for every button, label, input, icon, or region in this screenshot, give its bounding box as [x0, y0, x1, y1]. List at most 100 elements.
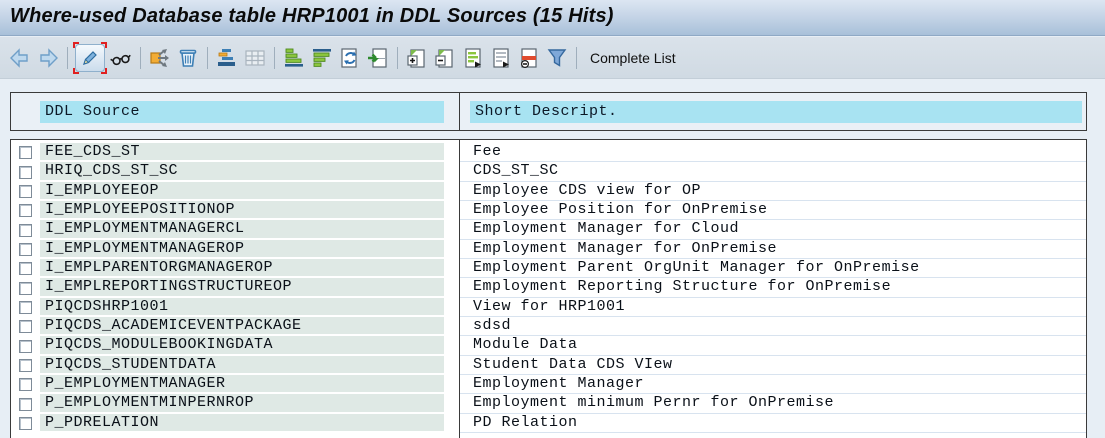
choose-page-icon[interactable]: [365, 45, 391, 71]
forward-icon[interactable]: [35, 45, 61, 71]
table-row[interactable]: PIQCDS_MODULEBOOKINGDATA Module Data: [11, 336, 1086, 356]
where-used-icon[interactable]: [147, 45, 173, 71]
row-checkbox[interactable]: [19, 242, 32, 256]
description-cell[interactable]: CDS_ST_SC: [459, 162, 1086, 182]
row-checkbox[interactable]: [19, 184, 32, 198]
description-cell[interactable]: Employment Parent OrgUnit Manager for On…: [459, 259, 1086, 279]
row-checkbox[interactable]: [19, 358, 32, 372]
description-cell[interactable]: Fee: [459, 143, 1086, 163]
description-cell[interactable]: PD Relation: [459, 414, 1086, 434]
selection-corner: [101, 41, 107, 48]
table-row[interactable]: I_EMPLOYMENTMANAGEROP Employment Manager…: [11, 239, 1086, 260]
list-header: DDL Source Short Descript.: [10, 92, 1087, 131]
description-cell[interactable]: Employment Manager: [459, 375, 1086, 395]
description-cell[interactable]: Module Data: [459, 336, 1086, 356]
cell-gap: [444, 162, 459, 181]
table-row[interactable]: I_EMPLREPORTINGSTRUCTUREOP Employment Re…: [11, 278, 1086, 298]
back-icon[interactable]: [7, 45, 33, 71]
ddl-source-cell[interactable]: I_EMPLOYMENTMANAGERCL: [40, 220, 444, 240]
row-checkbox[interactable]: [19, 378, 32, 392]
row-checkbox[interactable]: [19, 165, 32, 179]
delete-trash-icon[interactable]: [175, 45, 201, 71]
list-body: FEE_CDS_ST Fee HRIQ_CDS_ST_SC CDS_ST_SC …: [10, 139, 1087, 438]
ddl-source-cell[interactable]: PIQCDS_ACADEMICEVENTPACKAGE: [40, 317, 444, 337]
ddl-source-cell[interactable]: I_EMPLPARENTORGMANAGEROP: [40, 259, 444, 279]
hide-lines-icon[interactable]: [516, 45, 542, 71]
column-header-ddl-source[interactable]: DDL Source: [40, 101, 444, 123]
ddl-source-cell[interactable]: FEE_CDS_ST: [40, 143, 444, 163]
cell-gap: [444, 317, 459, 336]
row-checkbox[interactable]: [19, 204, 32, 218]
checkbox-cell: [11, 240, 40, 259]
ddl-source-cell[interactable]: HRIQ_CDS_ST_SC: [40, 162, 444, 182]
toolbar-separator: [397, 46, 398, 69]
table-row[interactable]: PIQCDSHRP1001 View for HRP1001: [11, 297, 1086, 318]
overview-list-icon[interactable]: [488, 45, 514, 71]
description-cell[interactable]: Employment Reporting Structure for OnPre…: [459, 278, 1086, 298]
sort-descending-icon[interactable]: [309, 45, 335, 71]
table-row[interactable]: I_EMPLOYEEOP Employee CDS view for OP: [11, 181, 1086, 202]
row-checkbox[interactable]: [19, 320, 32, 334]
row-checkbox[interactable]: [19, 262, 32, 276]
detail-list-icon[interactable]: [460, 45, 486, 71]
selection-corner: [101, 67, 107, 74]
stacked-bars-icon[interactable]: [214, 45, 240, 71]
cell-gap: [444, 220, 459, 239]
table-row[interactable]: PIQCDS_ACADEMICEVENTPACKAGE sdsd: [11, 317, 1086, 337]
description-cell[interactable]: View for HRP1001: [459, 298, 1086, 318]
row-checkbox[interactable]: [19, 146, 32, 160]
description-cell[interactable]: Employee CDS view for OP: [459, 182, 1086, 202]
page-title: Where-used Database table HRP1001 in DDL…: [10, 5, 614, 27]
table-row[interactable]: P_PDRELATION PD Relation: [11, 413, 1086, 434]
ddl-source-cell[interactable]: I_EMPLOYEEOP: [40, 181, 444, 202]
row-checkbox[interactable]: [19, 416, 32, 430]
collapse-icon[interactable]: [432, 45, 458, 71]
cell-gap: [444, 278, 459, 297]
ddl-source-cell[interactable]: I_EMPLOYEEPOSITIONOP: [40, 201, 444, 221]
display-glasses-icon[interactable]: [108, 45, 134, 71]
toolbar-separator: [576, 46, 577, 69]
description-cell[interactable]: sdsd: [459, 317, 1086, 337]
table-row[interactable]: I_EMPLOYMENTMANAGERCL Employment Manager…: [11, 220, 1086, 240]
table-row[interactable]: FEE_CDS_ST Fee: [11, 143, 1086, 163]
filter-icon[interactable]: [544, 45, 570, 71]
table-row[interactable]: I_EMPLPARENTORGMANAGEROP Employment Pare…: [11, 259, 1086, 279]
ddl-source-cell[interactable]: PIQCDSHRP1001: [40, 297, 444, 318]
ddl-source-cell[interactable]: P_PDRELATION: [40, 413, 444, 434]
description-cell[interactable]: Employment Manager for OnPremise: [459, 240, 1086, 260]
table-row[interactable]: HRIQ_CDS_ST_SC CDS_ST_SC: [11, 162, 1086, 182]
table-row[interactable]: PIQCDS_STUDENTDATA Student Data CDS VIew: [11, 355, 1086, 376]
column-header-short-descript[interactable]: Short Descript.: [470, 101, 1082, 123]
sort-ascending-icon[interactable]: [281, 45, 307, 71]
ddl-source-cell[interactable]: PIQCDS_STUDENTDATA: [40, 355, 444, 376]
description-cell[interactable]: Employment minimum Pernr for OnPremise: [459, 394, 1086, 414]
ddl-source-cell[interactable]: I_EMPLOYMENTMANAGEROP: [40, 239, 444, 260]
row-checkbox[interactable]: [19, 300, 32, 314]
cell-gap: [444, 414, 459, 433]
toolbar-separator: [207, 46, 208, 69]
table-row[interactable]: P_EMPLOYMENTMANAGER Employment Manager: [11, 375, 1086, 395]
row-checkbox[interactable]: [19, 223, 32, 237]
refresh-icon[interactable]: [337, 45, 363, 71]
sap-where-used-window: Where-used Database table HRP1001 in DDL…: [0, 0, 1105, 438]
edit-pencil-icon[interactable]: [73, 41, 107, 74]
toolbar-separator: [67, 46, 68, 69]
complete-list-button[interactable]: Complete List: [582, 48, 684, 68]
description-cell[interactable]: Employee Position for OnPremise: [459, 201, 1086, 221]
ddl-source-cell[interactable]: P_EMPLOYMENTMANAGER: [40, 375, 444, 395]
ddl-source-cell[interactable]: P_EMPLOYMENTMINPERNROP: [40, 394, 444, 414]
checkbox-cell: [11, 414, 40, 433]
ddl-source-cell[interactable]: PIQCDS_MODULEBOOKINGDATA: [40, 336, 444, 356]
cell-gap: [444, 143, 459, 162]
row-checkbox[interactable]: [19, 397, 32, 411]
table-row[interactable]: P_EMPLOYMENTMINPERNROP Employment minimu…: [11, 394, 1086, 414]
cell-gap: [444, 356, 459, 375]
row-checkbox[interactable]: [19, 281, 32, 295]
row-checkbox[interactable]: [19, 339, 32, 353]
description-cell[interactable]: Student Data CDS VIew: [459, 356, 1086, 376]
table-row[interactable]: I_EMPLOYEEPOSITIONOP Employee Position f…: [11, 201, 1086, 221]
description-cell[interactable]: Employment Manager for Cloud: [459, 220, 1086, 240]
cell-gap: [444, 336, 459, 355]
expand-icon[interactable]: [404, 45, 430, 71]
ddl-source-cell[interactable]: I_EMPLREPORTINGSTRUCTUREOP: [40, 278, 444, 298]
